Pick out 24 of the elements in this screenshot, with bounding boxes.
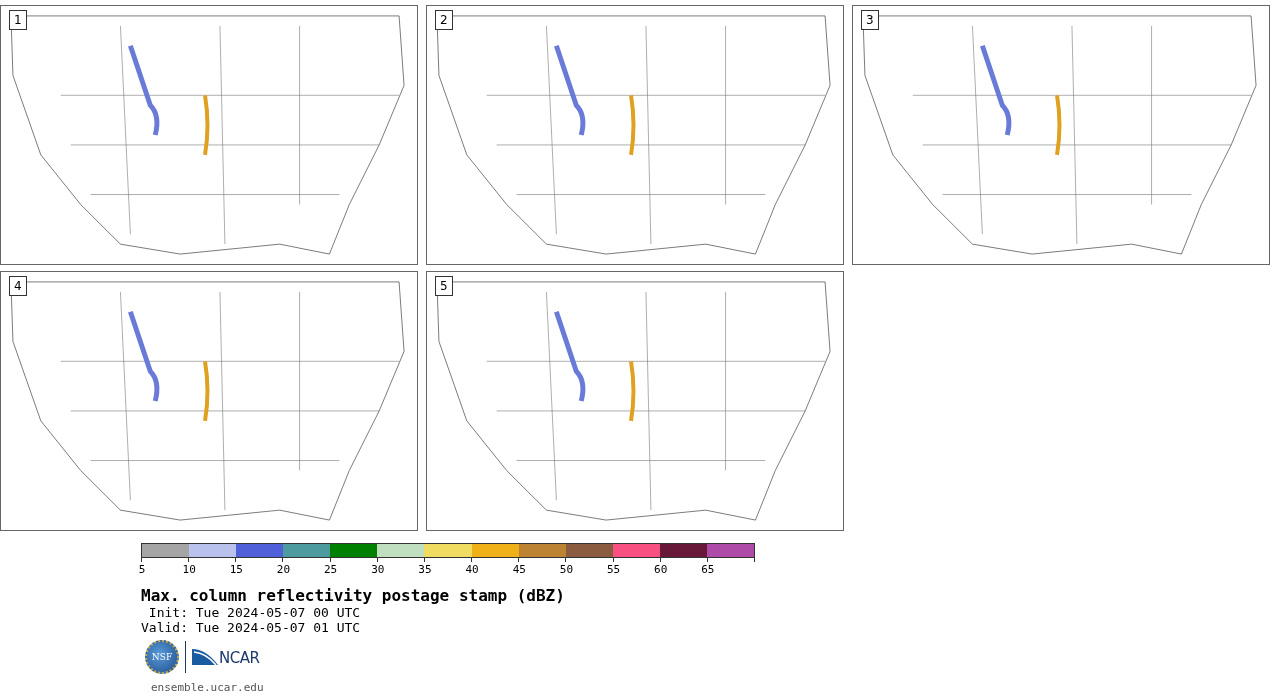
member-number: 3 xyxy=(861,10,879,30)
tick-label: 60 xyxy=(654,563,668,576)
member-number: 5 xyxy=(435,276,453,296)
init-time: Init: Tue 2024-05-07 00 UTC xyxy=(147,605,362,620)
nsf-logo: NSF xyxy=(145,640,179,674)
tick-label: 40 xyxy=(465,563,479,576)
tick-label: 30 xyxy=(371,563,385,576)
tick-label: 15 xyxy=(229,563,243,576)
tick-label: 35 xyxy=(418,563,432,576)
valid-time: Valid: Tue 2024-05-07 01 UTC xyxy=(141,620,362,635)
ncar-logo: NCAR xyxy=(192,647,260,667)
member-number: 1 xyxy=(9,10,27,30)
tick-label: 5 xyxy=(138,563,146,576)
website-url: ensemble.ucar.edu xyxy=(151,681,265,694)
tick-label: 65 xyxy=(701,563,715,576)
tick-label: 25 xyxy=(324,563,338,576)
member-number: 4 xyxy=(9,276,27,296)
tick-label: 50 xyxy=(559,563,574,576)
tick-label: 20 xyxy=(276,563,291,576)
tick-label: 55 xyxy=(606,563,621,576)
tick-label: 45 xyxy=(512,563,526,576)
tick-label: 10 xyxy=(182,563,196,576)
member-number: 2 xyxy=(435,10,453,30)
chart-title: Max. column reflectivity postage stamp (dBZ) xyxy=(141,586,566,605)
